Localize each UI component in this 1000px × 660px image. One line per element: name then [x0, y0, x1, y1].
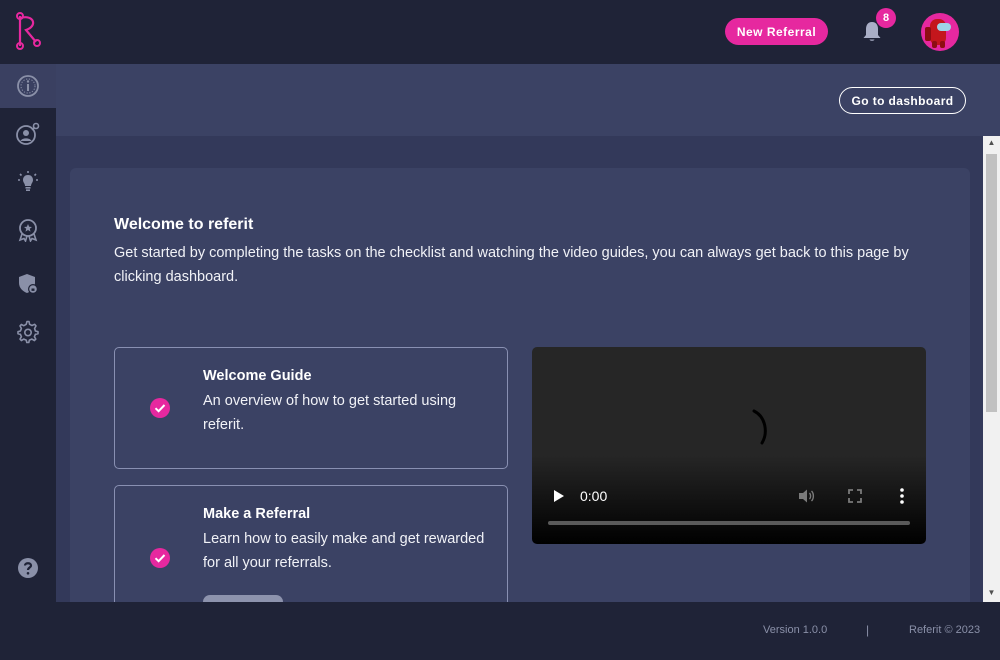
user-share-icon [16, 122, 40, 145]
info-dial-icon [17, 75, 39, 97]
fullscreen-icon[interactable] [847, 488, 863, 504]
referit-logo-icon[interactable] [14, 12, 42, 50]
award-badge-icon [18, 219, 38, 242]
video-time: 0:00 [580, 488, 608, 504]
sidebar-item-ideas[interactable] [0, 160, 56, 204]
more-vertical-icon[interactable] [894, 487, 910, 505]
welcome-description: Get started by completing the tasks on t… [114, 245, 909, 285]
footer [0, 602, 1000, 660]
sidebar-item-referrals[interactable] [0, 112, 56, 156]
notification-badge: 8 [876, 8, 896, 28]
check-circle-icon [150, 548, 170, 568]
sidebar-item-rewards[interactable] [0, 208, 56, 252]
footer-separator: | [866, 623, 870, 637]
video-progress-bar[interactable] [548, 521, 910, 525]
scrollbar-thumb[interactable] [986, 154, 997, 412]
loading-spinner-icon [752, 409, 767, 445]
among-us-avatar-icon [925, 19, 951, 48]
sidebar-item-dashboard[interactable] [0, 64, 56, 108]
sidebar-item-settings[interactable] [0, 310, 56, 354]
page-scrollbar[interactable]: ▲ ▼ [983, 136, 1000, 602]
guide-title: Welcome Guide [203, 368, 312, 384]
sidebar-item-security[interactable] [0, 262, 56, 306]
video-player[interactable]: 0:00 [532, 347, 926, 544]
footer-version: Version 1.0.0 [763, 624, 828, 636]
scroll-down-arrow-icon[interactable]: ▼ [983, 586, 1000, 600]
guide-title: Make a Referral [203, 506, 311, 522]
scroll-up-arrow-icon[interactable]: ▲ [983, 136, 1000, 150]
play-icon[interactable] [550, 488, 566, 504]
shield-lock-icon [19, 274, 38, 294]
welcome-title: Welcome to referit [114, 216, 254, 233]
lightbulb-icon [18, 171, 38, 191]
guide-card-welcome[interactable]: Welcome Guide An overview of how to get … [114, 347, 508, 469]
volume-icon[interactable] [797, 488, 815, 504]
new-referral-button[interactable]: New Referral [725, 18, 828, 45]
sidebar-item-help[interactable] [0, 546, 56, 590]
question-circle-icon [18, 558, 38, 578]
check-circle-icon [150, 398, 170, 418]
gear-icon [17, 320, 39, 344]
guide-description: Learn how to easily make and get rewarde… [203, 531, 485, 571]
footer-copyright: Referit © 2023 [909, 624, 981, 636]
top-header [0, 0, 1000, 64]
guide-description: An overview of how to get started using … [203, 393, 457, 433]
go-to-dashboard-button[interactable]: Go to dashboard [839, 87, 966, 114]
avatar[interactable] [921, 13, 959, 51]
